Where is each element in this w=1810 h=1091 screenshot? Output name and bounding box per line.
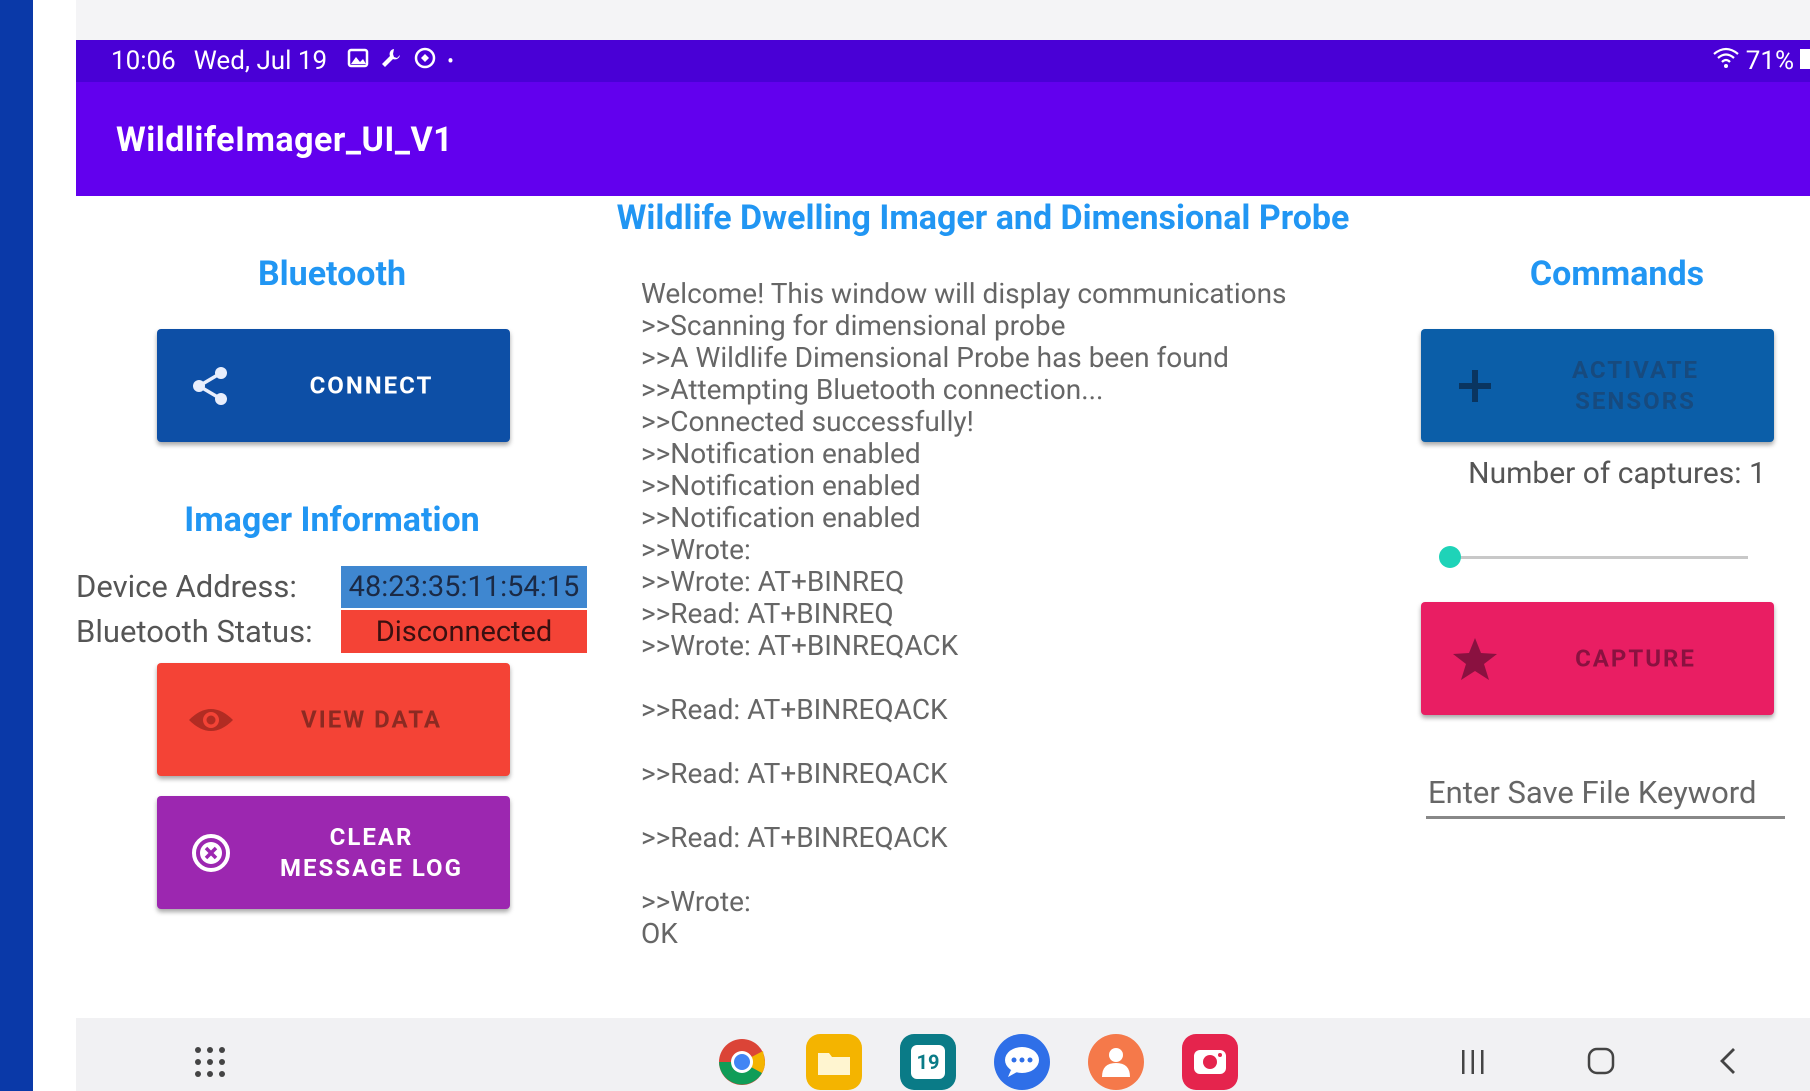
page-title: Wildlife Dwelling Imager and Dimensional… (616, 198, 1350, 238)
chrome-icon[interactable] (714, 1034, 770, 1090)
device-address-label: Device Address: (76, 568, 297, 605)
save-file-keyword-input[interactable] (1426, 768, 1785, 819)
cancel-circle-icon (187, 829, 235, 877)
imager-info-heading: Imager Information (184, 500, 480, 540)
battery-percent: 71% (1745, 46, 1794, 76)
gallery-notification-icon (347, 47, 369, 75)
folder-icon[interactable] (806, 1034, 862, 1090)
status-right: 71% (1712, 46, 1810, 76)
wifi-icon (1712, 46, 1740, 76)
app-drawer-icon[interactable] (193, 1045, 227, 1083)
tablet-screen: 10:06 Wed, Jul 19 • 71% WildlifeImager_U… (76, 40, 1810, 1091)
bluetooth-heading: Bluetooth (257, 254, 407, 294)
star-icon (1451, 635, 1499, 683)
message-log: Welcome! This window will display commun… (641, 277, 1287, 950)
wrench-notification-icon (379, 46, 403, 76)
view-data-button-label: VIEW DATA (301, 705, 442, 733)
status-date: Wed, Jul 19 (193, 46, 328, 76)
view-data-button[interactable]: VIEW DATA (157, 663, 510, 776)
status-left: 10:06 Wed, Jul 19 • (111, 46, 454, 76)
status-time: 10:06 (111, 46, 176, 76)
activate-sensors-button-label: ACTIVATE SENSORS (1571, 355, 1700, 415)
captures-count-label: Number of captures: 1 (1468, 456, 1766, 491)
connect-button-label: CONNECT (309, 371, 434, 399)
window-margin (33, 0, 76, 1091)
recent-apps-icon[interactable] (1459, 1048, 1487, 1080)
window-left-border (0, 0, 33, 1091)
app-bar: WildlifeImager_UI_V1 (76, 82, 1810, 196)
status-bar: 10:06 Wed, Jul 19 • 71% (76, 40, 1810, 82)
bluetooth-status-badge: Disconnected (341, 610, 587, 653)
calendar-day: 19 (911, 1045, 945, 1079)
capture-button[interactable]: CAPTURE (1421, 602, 1774, 715)
app-title: WildlifeImager_UI_V1 (116, 120, 454, 160)
commands-heading: Commands (1529, 254, 1705, 294)
more-notifications-dot-icon: • (447, 49, 454, 73)
clear-message-log-button-label: CLEAR MESSAGE LOG (280, 822, 463, 882)
calendar-icon[interactable]: 19 (900, 1034, 956, 1090)
contacts-icon[interactable] (1088, 1034, 1144, 1090)
messages-icon[interactable] (994, 1034, 1050, 1090)
device-address-value: 48:23:35:11:54:15 (341, 566, 587, 608)
sync-notification-icon (413, 46, 437, 76)
clear-message-log-button[interactable]: CLEAR MESSAGE LOG (157, 796, 510, 909)
captures-slider-track[interactable] (1448, 556, 1748, 559)
battery-icon (1800, 47, 1810, 75)
back-icon[interactable] (1718, 1046, 1738, 1080)
bluetooth-status-label: Bluetooth Status: (76, 613, 313, 650)
eye-icon (187, 696, 235, 744)
plus-icon (1451, 362, 1499, 410)
share-icon (187, 362, 235, 410)
capture-button-label: CAPTURE (1575, 644, 1696, 672)
screen-recorder-icon[interactable] (1182, 1034, 1238, 1090)
captures-slider-thumb[interactable] (1439, 546, 1461, 568)
home-icon[interactable] (1586, 1046, 1616, 1080)
activate-sensors-button[interactable]: ACTIVATE SENSORS (1421, 329, 1774, 442)
connect-button[interactable]: CONNECT (157, 329, 510, 442)
